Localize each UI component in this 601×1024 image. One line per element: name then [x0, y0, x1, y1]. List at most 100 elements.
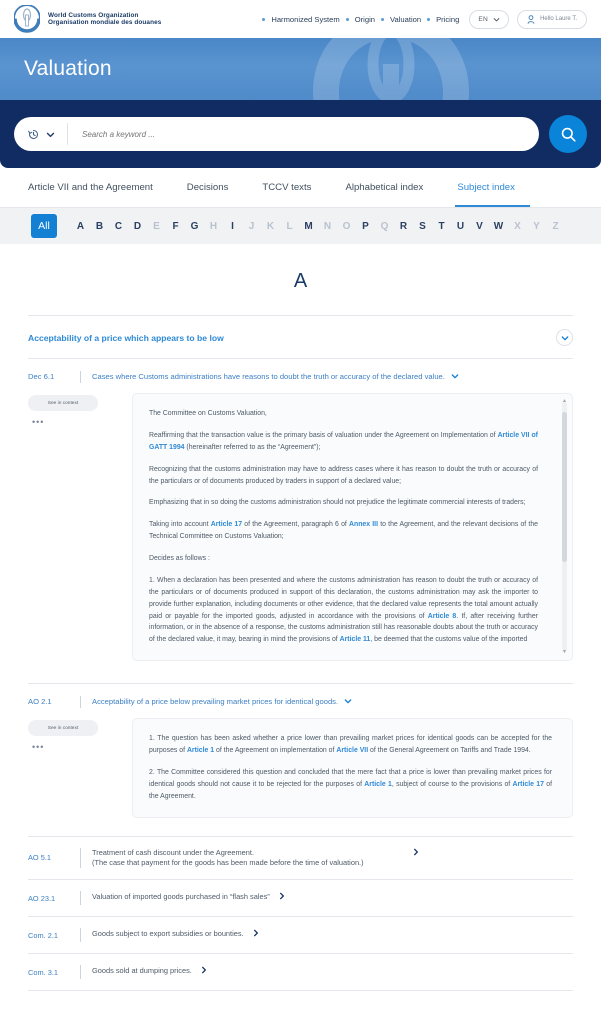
reference-link[interactable]: Article 8	[428, 613, 456, 620]
reference-link[interactable]: Article VII of GATT 1994	[149, 432, 538, 451]
ellipsis-icon[interactable]: •••	[32, 418, 132, 427]
alpha-filter-t[interactable]: T	[432, 221, 451, 232]
nav-link-valuation[interactable]: Valuation	[390, 15, 421, 24]
subject-accordion-header[interactable]: Acceptability of a price which appears t…	[28, 316, 573, 358]
alpha-filter-g[interactable]: G	[185, 221, 204, 232]
reference-link[interactable]: Article VII	[336, 747, 368, 754]
entry-first-line: Treatment of cash discount under the Agr…	[92, 848, 573, 857]
list-item[interactable]: AO 23.1 Valuation of imported goods purch…	[28, 879, 573, 916]
divider	[80, 696, 81, 709]
chevron-down-icon[interactable]	[451, 372, 459, 380]
bullet-icon	[380, 17, 384, 21]
tab-article-vii-and-the-agreement[interactable]: Article VII and the Agreement	[28, 168, 170, 207]
language-selector[interactable]: EN	[469, 9, 510, 29]
nav-link-harmonized-system[interactable]: Harmonized System	[271, 15, 339, 24]
reference-link[interactable]: Article 1	[187, 747, 214, 754]
subject-title: Acceptability of a price which appears t…	[28, 332, 224, 343]
entry-ref: AO 5.1	[28, 853, 52, 863]
reference-link[interactable]: Article 1	[364, 781, 392, 788]
subject-toggle-button[interactable]	[556, 329, 573, 346]
scroll-up-icon[interactable]: ▲	[562, 399, 567, 404]
alpha-filter-w[interactable]: W	[489, 221, 508, 232]
user-menu[interactable]: Hello Laure T.	[517, 9, 587, 29]
entry-ref: Com. 2.1	[28, 930, 58, 940]
list-item[interactable]: Com. 3.1 Goods sold at dumping prices.	[28, 953, 573, 990]
alpha-filter-i[interactable]: I	[223, 221, 242, 232]
search-submit-button[interactable]	[549, 115, 587, 153]
brand[interactable]: World Customs Organization Organisation …	[14, 5, 161, 33]
alpha-filter-r[interactable]: R	[394, 221, 413, 232]
entry-actions: See in context •••	[28, 718, 132, 752]
search-history-dropdown[interactable]	[14, 123, 68, 145]
alpha-filter-l: L	[286, 220, 293, 232]
alpha-filter-c[interactable]: C	[109, 221, 128, 232]
entry-ref: Dec 6.1	[28, 372, 55, 381]
entry-header-dec-6-1[interactable]: Dec 6.1 Cases where Customs administrati…	[28, 359, 573, 387]
scrollbar[interactable]: ▲ ▼	[562, 399, 567, 655]
entry-title-text: Cases where Customs administrations have…	[92, 372, 445, 381]
paragraph: Decides as follows :	[149, 555, 210, 562]
alpha-filter-m[interactable]: M	[299, 221, 318, 232]
alpha-filter-d[interactable]: D	[128, 221, 147, 232]
scrollbar-thumb[interactable]	[562, 412, 567, 562]
entry-actions: See in context •••	[28, 393, 132, 427]
see-in-context-button[interactable]: See in context	[28, 395, 98, 411]
entry-title-text: Acceptability of a price below prevailin…	[92, 697, 339, 707]
see-in-context-button[interactable]: See in context	[28, 720, 98, 737]
reference-link[interactable]: Article 17	[513, 781, 544, 788]
document-text: 1. The question has been asked whether a…	[149, 733, 552, 802]
top-navigation: Harmonized System Origin Valuation Prici…	[258, 9, 587, 29]
nav-link-origin[interactable]: Origin	[355, 15, 375, 24]
tab-decisions[interactable]: Decisions	[170, 168, 246, 207]
reference-link[interactable]: Article 17	[211, 521, 242, 528]
alpha-filter-s[interactable]: S	[413, 221, 432, 232]
alpha-filter-f[interactable]: F	[166, 221, 185, 232]
brand-line-en: World Customs Organization	[48, 11, 139, 19]
wco-logo-watermark-icon	[313, 38, 469, 100]
alpha-filter-b[interactable]: B	[90, 221, 109, 232]
reference-link[interactable]: Article 11	[340, 636, 371, 643]
entry-header-ao-2-1[interactable]: AO 2.1 Acceptability of a price below pr…	[28, 684, 573, 712]
tab-tccv-texts[interactable]: TCCV texts	[245, 168, 328, 207]
top-nav-links: Harmonized System Origin Valuation Prici…	[258, 15, 459, 24]
brand-names: World Customs Organization Organisation …	[48, 12, 161, 27]
alpha-filter-u[interactable]: U	[451, 221, 470, 232]
scroll-down-icon[interactable]: ▼	[562, 650, 567, 655]
alpha-filter-p[interactable]: P	[356, 221, 375, 232]
chevron-right-icon[interactable]	[278, 892, 286, 900]
chevron-down-icon[interactable]	[344, 697, 352, 705]
chevron-right-icon[interactable]	[200, 966, 208, 974]
chevron-right-icon[interactable]	[412, 848, 420, 856]
divider	[80, 965, 81, 980]
alpha-filter-a[interactable]: A	[71, 221, 90, 232]
reference-link[interactable]: Annex III	[349, 521, 378, 528]
entry-title: Goods sold at dumping prices.	[92, 965, 573, 977]
entry-ref: AO 2.1	[28, 697, 52, 707]
tab-alphabetical-index[interactable]: Alphabetical index	[328, 168, 440, 207]
paragraph: Taking into account Article 17 of the Ag…	[149, 521, 538, 541]
wco-logo-icon	[14, 5, 40, 33]
chevron-right-icon[interactable]	[252, 929, 260, 937]
bullet-icon	[427, 17, 431, 21]
list-item[interactable]: Com. 2.1 Goods subject to export subsidie…	[28, 916, 573, 953]
search-input[interactable]	[68, 129, 535, 139]
alpha-filter-h: H	[209, 220, 218, 232]
entry-text: Goods sold at dumping prices.	[92, 965, 573, 977]
tab-subject-index[interactable]: Subject index	[440, 168, 532, 207]
brand-line-fr: Organisation mondiale des douanes	[48, 19, 162, 26]
entry-text: Treatment of cash discount under the Agr…	[92, 848, 573, 869]
entry-body-dec-6-1: See in context ••• The Committee on Cust…	[28, 387, 573, 662]
entry-title: Acceptability of a price below prevailin…	[92, 696, 352, 707]
hero-banner: Valuation	[0, 38, 601, 100]
alpha-filter-v[interactable]: V	[470, 221, 489, 232]
search-icon	[561, 127, 576, 142]
search-box	[14, 117, 539, 151]
document-text: The Committee on Customs Valuation, Reaff…	[149, 408, 552, 646]
paragraph: The Committee on Customs Valuation,	[149, 410, 267, 417]
alpha-filter-all[interactable]: All	[31, 214, 57, 238]
list-item[interactable]: AO 5.1 Treatment of cash discount under t…	[28, 835, 573, 880]
nav-link-pricing[interactable]: Pricing	[436, 15, 459, 24]
paragraph: Emphasizing that in so doing the customs…	[149, 499, 526, 507]
entry-title: Treatment of cash discount under the Agr…	[92, 847, 255, 857]
ellipsis-icon[interactable]: •••	[32, 743, 132, 752]
